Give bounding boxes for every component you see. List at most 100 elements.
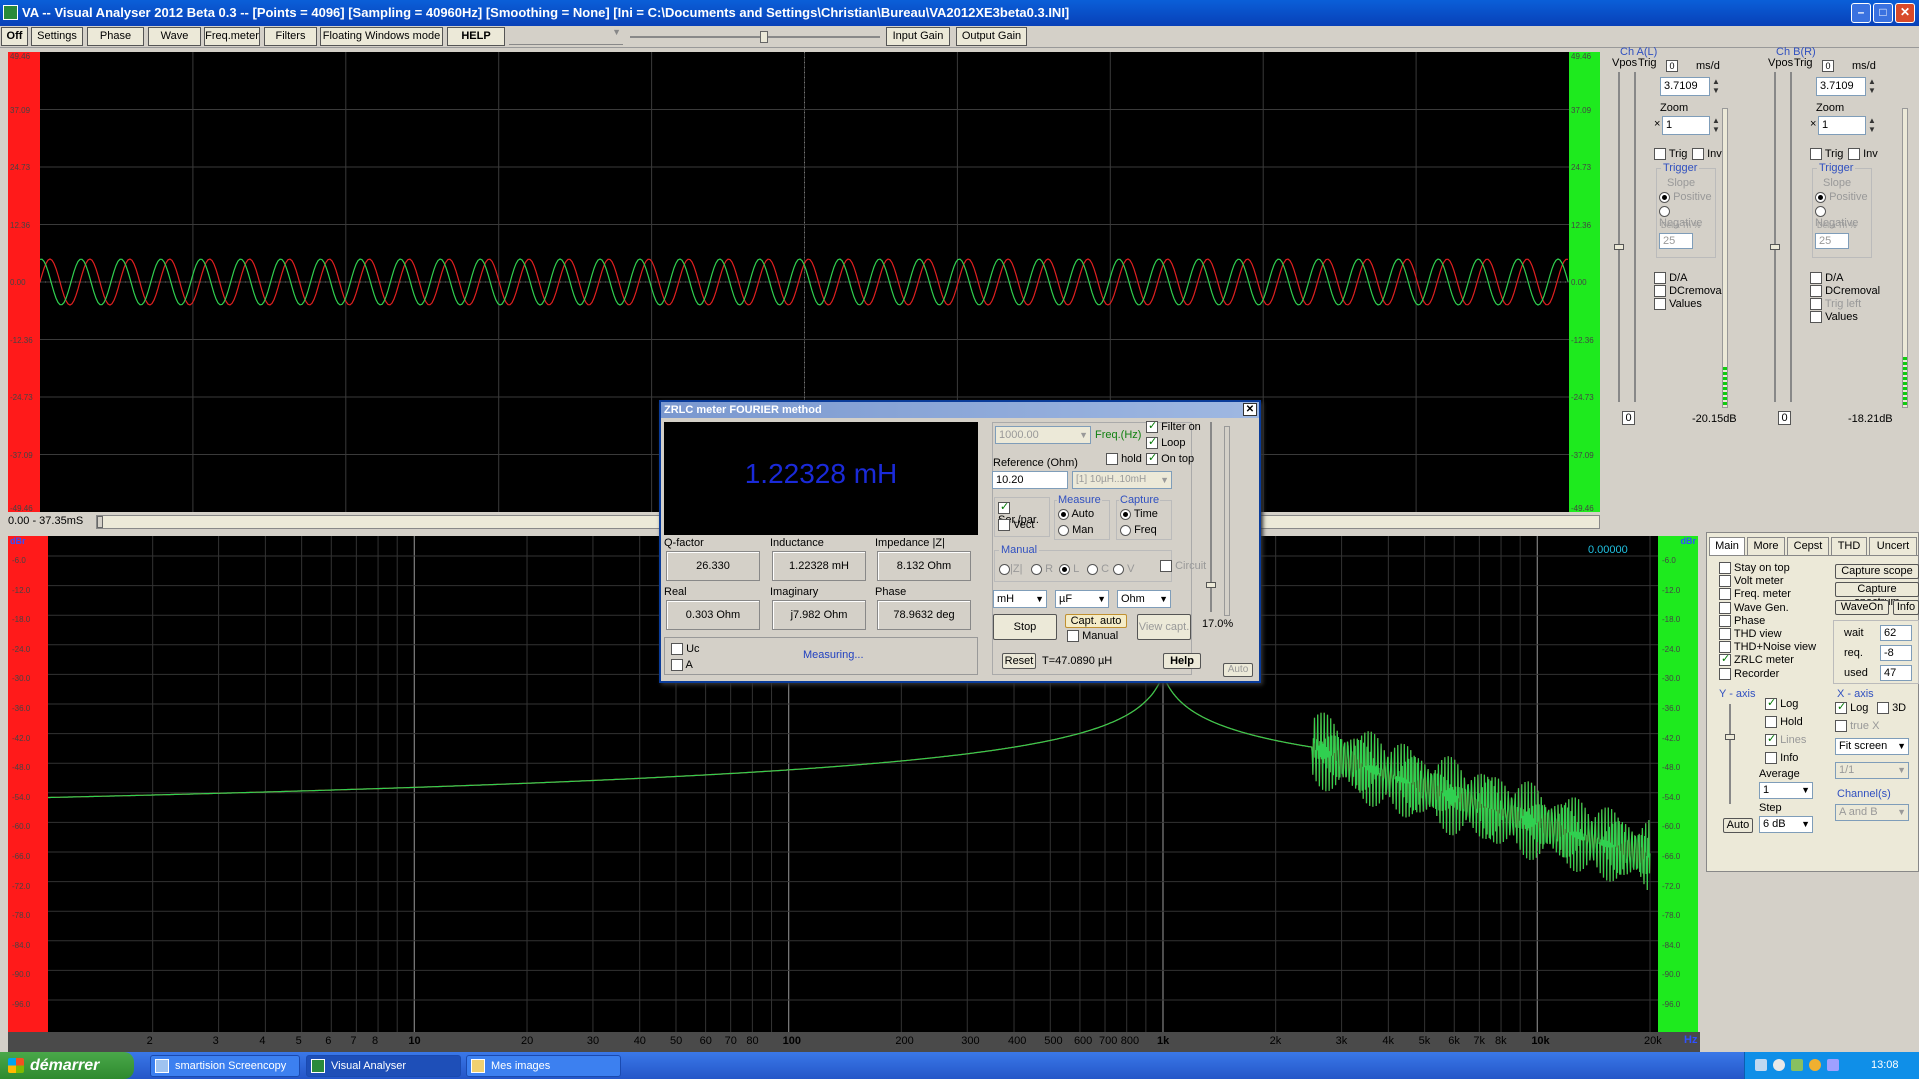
manual-v-radio[interactable]: V [1113,563,1134,575]
toolbar-combo[interactable]: ▼ [509,27,623,45]
inductance-unit-select[interactable]: mH ▼ [993,590,1047,608]
reference-input[interactable]: 10.20 [992,471,1068,489]
man-radio[interactable]: Man [1058,524,1093,536]
y-axis-slider[interactable] [1725,704,1735,804]
checklist-item[interactable]: Freq. meter [1719,588,1791,601]
chB-values-checkbox[interactable]: Values [1810,311,1858,324]
tab-more[interactable]: More [1747,537,1785,555]
gain-slider[interactable] [1206,422,1216,612]
checklist-item[interactable]: THD+Noise view [1719,641,1816,654]
checklist-item[interactable]: Phase [1719,615,1765,627]
chA-inv-checkbox[interactable]: Inv [1692,148,1722,161]
capture-spectrum-button[interactable]: Capture spectrum [1835,582,1919,608]
maximize-button[interactable]: □ [1873,3,1893,23]
chB-trig-slider[interactable] [1790,72,1792,402]
chA-ms-input[interactable]: 3.7109 [1660,77,1710,96]
off-button[interactable]: Off [1,27,28,46]
scope-scroll-thumb[interactable] [97,516,103,528]
checklist-item[interactable]: Wave Gen. [1719,602,1789,614]
frequency-select[interactable]: 1000.00 ▼ [995,426,1091,444]
vect-checkbox[interactable]: Vect [998,519,1034,532]
tab-main[interactable]: Main [1709,537,1745,555]
info-button[interactable]: Info [1893,600,1919,615]
manual-c-radio[interactable]: C [1087,563,1109,575]
delta-input[interactable]: 25 [1815,233,1849,249]
chA-trig-slider[interactable] [1634,72,1636,402]
manual-r-radio[interactable]: R [1031,563,1053,575]
checklist-item[interactable]: Recorder [1719,668,1779,680]
spin-icon[interactable]: ▲ ▼ [1712,77,1720,95]
update-icon[interactable] [1809,1059,1821,1071]
positive-radio[interactable]: Positive [1659,191,1712,203]
view-capt-button[interactable]: View capt. [1137,614,1191,640]
manual-l-radio[interactable]: L [1059,563,1079,575]
network-icon[interactable] [1755,1059,1767,1071]
spin-icon[interactable]: ▲ ▼ [1712,116,1720,134]
y-info-checkbox[interactable]: Info [1765,752,1798,765]
security-icon[interactable] [1791,1059,1803,1071]
chB-zoom-input[interactable]: 1 [1818,116,1866,135]
task-screencopy[interactable]: smartision Screencopy [150,1055,300,1077]
ratio-select[interactable]: 1/1 ▼ [1835,762,1909,779]
fit-screen-select[interactable]: Fit screen ▼ [1835,738,1909,755]
chB-da-checkbox[interactable]: D/A [1810,272,1843,285]
uc-checkbox[interactable]: Uc [671,643,700,656]
settings-button[interactable]: Settings [31,27,83,46]
output-gain-button[interactable]: Output Gain [956,27,1027,46]
chB-vpos-slider[interactable] [1770,72,1780,402]
input-gain-button[interactable]: Input Gain [886,27,950,46]
reset-button[interactable]: Reset [1002,653,1036,669]
slider-thumb[interactable] [760,31,768,43]
chA-values-checkbox[interactable]: Values [1654,298,1702,311]
manual-z-radio[interactable]: |Z| [999,563,1022,575]
chB-bottom-zero[interactable]: 0 [1778,411,1791,425]
chB-inv-checkbox[interactable]: Inv [1848,148,1878,161]
hold-checkbox[interactable]: hold [1106,453,1142,466]
chA-da-checkbox[interactable]: D/A [1654,272,1687,285]
circuit-checkbox[interactable]: Circuit [1160,560,1206,573]
manual-checkbox[interactable]: Manual [1067,630,1118,643]
dialog-auto-button[interactable]: Auto [1223,663,1253,677]
x-3d-checkbox[interactable]: 3D [1877,702,1906,715]
toolbar-slider[interactable] [630,31,880,43]
on-top-checkbox[interactable]: On top [1146,451,1194,466]
chA-dcremoval-checkbox[interactable]: DCremoval [1654,285,1724,298]
auto-button[interactable]: Auto [1723,818,1753,833]
chA-bottom-zero[interactable]: 0 [1622,411,1635,425]
capture-scope-button[interactable]: Capture scope [1835,564,1919,579]
chB-trig-checkbox[interactable]: Trig [1810,148,1843,161]
tab-cepst[interactable]: Cepst [1787,537,1829,555]
volume-icon[interactable] [1773,1059,1785,1071]
checklist-item[interactable]: Volt meter [1719,575,1784,588]
chA-zoom-input[interactable]: 1 [1662,116,1710,135]
chB-ms-input[interactable]: 3.7109 [1816,77,1866,96]
positive-radio[interactable]: Positive [1815,191,1868,203]
range-select[interactable]: [1] 10µH..10mH ▼ [1072,471,1172,489]
capt-auto-button[interactable]: Capt. auto [1065,614,1127,628]
stop-button[interactable]: Stop [993,614,1057,640]
filter-on-checkbox[interactable]: Filter on [1146,419,1201,434]
task-mes-images[interactable]: Mes images [466,1055,621,1077]
spin-icon[interactable]: ▲ ▼ [1868,116,1876,134]
phase-button[interactable]: Phase [87,27,144,46]
task-visual-analyser[interactable]: Visual Analyser [306,1055,461,1077]
dialog-close-icon[interactable]: ✕ [1243,403,1257,416]
start-button[interactable]: démarrer [0,1052,134,1079]
floating-windows-button[interactable]: Floating Windows mode [320,27,443,46]
chA-vpos-slider[interactable] [1614,72,1624,402]
wave-button[interactable]: Wave [148,27,201,46]
ohm-unit-select[interactable]: Ohm ▼ [1117,590,1171,608]
chB-trig-left-checkbox[interactable]: Trig left [1810,298,1861,311]
minimize-button[interactable]: – [1851,3,1871,23]
spin-icon[interactable]: ▲ ▼ [1868,77,1876,95]
auto-radio[interactable]: Auto [1058,508,1094,520]
loop-checkbox[interactable]: Loop [1146,435,1186,450]
waveon-button[interactable]: WaveOn [1835,600,1889,615]
delta-input[interactable]: 25 [1659,233,1693,249]
average-select[interactable]: 1 ▼ [1759,782,1813,799]
y-lines-checkbox[interactable]: Lines [1765,732,1806,747]
dialog-help-button[interactable]: Help [1163,653,1201,669]
y-log-checkbox[interactable]: Log [1765,696,1798,711]
freq-meter-button[interactable]: Freq.meter [204,27,260,46]
help-button[interactable]: HELP [447,27,505,46]
